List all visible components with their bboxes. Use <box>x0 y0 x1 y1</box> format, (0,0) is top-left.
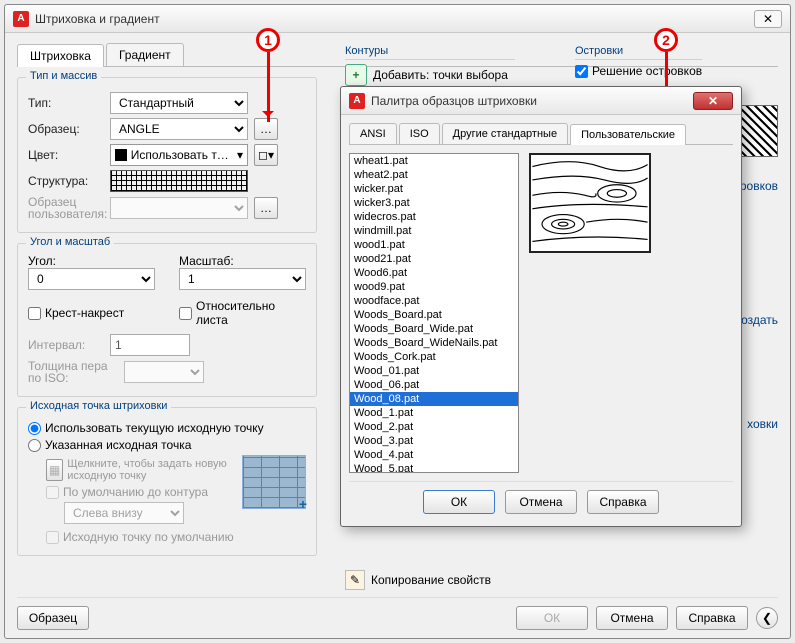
list-item[interactable]: wood21.pat <box>350 252 518 266</box>
set-origin-radio[interactable] <box>28 439 41 452</box>
use-current-radio[interactable] <box>28 422 41 435</box>
list-item[interactable]: wood1.pat <box>350 238 518 252</box>
angle-select[interactable]: 0 <box>28 268 155 290</box>
group-origin: Исходная точка штриховки Использовать те… <box>17 407 317 556</box>
sample-select[interactable]: ANGLE <box>110 118 248 140</box>
pattern-preview-box <box>529 153 651 253</box>
tab-hatch[interactable]: Штриховка <box>17 44 104 67</box>
island-detect-checkbox[interactable] <box>575 65 588 78</box>
userpattern-browse-button[interactable]: … <box>254 197 278 219</box>
sample-label: Образец: <box>28 122 104 136</box>
main-footer: Образец ОК Отмена Справка ❮ <box>17 597 778 630</box>
app-icon: A <box>349 93 365 109</box>
list-item[interactable]: wood9.pat <box>350 280 518 294</box>
default-contour-checkbox <box>46 486 59 499</box>
interval-input <box>110 334 190 356</box>
close-palette-button[interactable]: ✕ <box>693 92 733 110</box>
tab-custom[interactable]: Пользовательские <box>570 124 686 145</box>
main-title: Штриховка и градиент <box>35 12 750 26</box>
list-item[interactable]: Wood_3.pat <box>350 434 518 448</box>
tab-gradient[interactable]: Градиент <box>106 43 184 66</box>
palette-title: Палитра образцов штриховки <box>371 94 693 108</box>
palette-ok-button[interactable]: ОК <box>423 490 495 514</box>
cross-checkbox[interactable] <box>28 307 41 320</box>
wood-grain-icon <box>531 155 649 251</box>
palette-tabs: ANSI ISO Другие стандартные Пользователь… <box>349 123 733 145</box>
origin-pos-select: Слева внизу <box>64 502 184 524</box>
list-item[interactable]: Wood_06.pat <box>350 378 518 392</box>
close-main-icon[interactable]: ✕ <box>754 10 782 28</box>
help-button[interactable]: Справка <box>676 606 748 630</box>
sample-browse-button[interactable]: … <box>254 118 278 140</box>
type-select[interactable]: Стандартный <box>110 92 248 114</box>
userpattern-select <box>110 197 248 219</box>
list-item[interactable]: Woods_Board_WideNails.pat <box>350 336 518 350</box>
scale-label: Масштаб: <box>179 254 306 268</box>
list-item[interactable]: Wood_08.pat <box>350 392 518 406</box>
palette-dialog: A Палитра образцов штриховки ✕ ANSI ISO … <box>340 86 742 527</box>
islands-title: Островки <box>575 45 702 60</box>
palette-titlebar: A Палитра образцов штриховки ✕ <box>341 87 741 115</box>
copy-props-icon[interactable]: ✎ <box>345 570 365 590</box>
pick-origin-button: ▦ <box>46 459 63 481</box>
bg-color-button[interactable]: ◻▾ <box>254 144 278 166</box>
list-item[interactable]: windmill.pat <box>350 224 518 238</box>
palette-help-button[interactable]: Справка <box>587 490 659 514</box>
color-swatch-icon <box>115 149 127 161</box>
list-item[interactable]: Wood_4.pat <box>350 448 518 462</box>
userpattern-label: Образец пользователя: <box>28 196 104 220</box>
main-titlebar: A Штриховка и градиент ✕ <box>5 5 790 33</box>
list-item[interactable]: Woods_Board.pat <box>350 308 518 322</box>
list-item[interactable]: wheat2.pat <box>350 168 518 182</box>
tab-ansi[interactable]: ANSI <box>349 123 397 144</box>
color-label: Цвет: <box>28 148 104 162</box>
list-item[interactable]: wicker.pat <box>350 182 518 196</box>
list-item[interactable]: wicker3.pat <box>350 196 518 210</box>
add-points-button[interactable]: + <box>345 64 367 86</box>
structure-label: Структура: <box>28 174 104 188</box>
origin-default-checkbox <box>46 531 59 544</box>
list-item[interactable]: Woods_Board_Wide.pat <box>350 322 518 336</box>
list-item[interactable]: widecros.pat <box>350 210 518 224</box>
penwidth-select <box>124 361 204 383</box>
interval-label: Интервал: <box>28 338 104 352</box>
color-select[interactable]: Использовать теку ▾ <box>110 144 248 166</box>
group-type: Тип и массив Тип: Стандартный Образец: A… <box>17 77 317 233</box>
list-item[interactable]: Wood_1.pat <box>350 406 518 420</box>
cancel-button[interactable]: Отмена <box>596 606 668 630</box>
ok-button: ОК <box>516 606 588 630</box>
origin-preview <box>242 455 306 509</box>
list-item[interactable]: Woods_Cork.pat <box>350 350 518 364</box>
list-item[interactable]: Wood6.pat <box>350 266 518 280</box>
group-angle-scale: Угол и масштаб Угол: 0 Масштаб: 1 Крест-… <box>17 243 317 397</box>
tab-iso[interactable]: ISO <box>399 123 440 144</box>
list-item[interactable]: Wood_2.pat <box>350 420 518 434</box>
pattern-file-list[interactable]: wheat1.patwheat2.patwicker.patwicker3.pa… <box>349 153 519 473</box>
pattern-preview <box>110 170 248 192</box>
preview-button[interactable]: Образец <box>17 606 89 630</box>
list-item[interactable]: Wood_01.pat <box>350 364 518 378</box>
list-item[interactable]: wheat1.pat <box>350 154 518 168</box>
penwidth-label: Толщина пера по ISO: <box>28 360 118 384</box>
contours-title: Контуры <box>345 45 515 60</box>
palette-cancel-button[interactable]: Отмена <box>505 490 577 514</box>
list-item[interactable]: Wood_5.pat <box>350 462 518 473</box>
relative-checkbox[interactable] <box>179 307 192 320</box>
tab-other[interactable]: Другие стандартные <box>442 123 568 144</box>
app-icon: A <box>13 11 29 27</box>
list-item[interactable]: woodface.pat <box>350 294 518 308</box>
expand-button[interactable]: ❮ <box>756 607 778 629</box>
angle-label: Угол: <box>28 254 155 268</box>
scale-select[interactable]: 1 <box>179 268 306 290</box>
type-label: Тип: <box>28 96 104 110</box>
